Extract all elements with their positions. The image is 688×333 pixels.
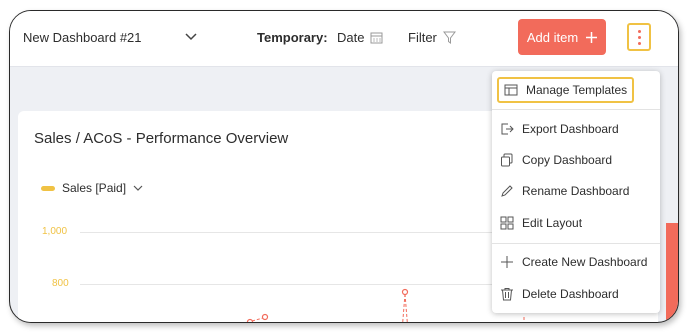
kebab-dot-icon [637, 29, 641, 33]
menu-item-label: Copy Dashboard [522, 153, 613, 167]
menu-item-edit-layout[interactable]: Edit Layout [500, 211, 582, 235]
template-icon [504, 84, 518, 96]
menu-item-export-dashboard[interactable]: Export Dashboard [500, 117, 619, 141]
temporary-label: Temporary: [257, 30, 328, 45]
menu-item-copy-dashboard[interactable]: Copy Dashboard [500, 148, 612, 172]
menu-divider [492, 243, 660, 244]
menu-item-label: Manage Templates [526, 83, 628, 97]
menu-item-rename-dashboard[interactable]: Rename Dashboard [500, 179, 629, 203]
menu-item-label: Create New Dashboard [522, 255, 648, 269]
side-accent-tab[interactable] [666, 223, 678, 322]
menu-item-label: Export Dashboard [522, 122, 619, 136]
add-item-button[interactable]: Add item [518, 19, 606, 55]
plus-icon [586, 31, 598, 43]
plus-icon [501, 256, 513, 268]
filter-control[interactable]: Filter [408, 30, 456, 45]
export-icon [501, 123, 514, 135]
calendar-icon [370, 32, 383, 44]
menu-item-label: Delete Dashboard [522, 287, 619, 301]
filter-label: Filter [408, 30, 437, 45]
menu-item-manage-templates[interactable]: Manage Templates [497, 77, 635, 103]
top-toolbar: New Dashboard #21 Temporary: Date Filter… [10, 11, 678, 67]
trash-icon [501, 288, 513, 301]
filter-funnel-icon [442, 31, 456, 44]
app-window: New Dashboard #21 Temporary: Date Filter… [9, 10, 679, 323]
menu-item-label: Rename Dashboard [522, 184, 630, 198]
dashboard-select-chevron-icon[interactable] [185, 33, 197, 41]
dashboard-name: New Dashboard #21 [23, 30, 142, 45]
date-label: Date [337, 30, 365, 45]
add-item-label: Add item [526, 29, 579, 45]
kebab-dot-icon [637, 41, 641, 45]
dashboard-options-menu: Manage Templates Export Dashboard Copy D… [492, 71, 660, 313]
kebab-dot-icon [637, 35, 641, 39]
layout-grid-icon [500, 216, 514, 230]
menu-divider [492, 109, 660, 110]
date-filter[interactable]: Date [337, 30, 383, 45]
copy-icon [501, 153, 513, 167]
menu-item-create-new-dashboard[interactable]: Create New Dashboard [500, 250, 647, 274]
more-options-button[interactable] [627, 23, 651, 51]
menu-item-label: Edit Layout [522, 216, 583, 230]
menu-item-delete-dashboard[interactable]: Delete Dashboard [500, 282, 619, 306]
pencil-icon [501, 185, 513, 197]
